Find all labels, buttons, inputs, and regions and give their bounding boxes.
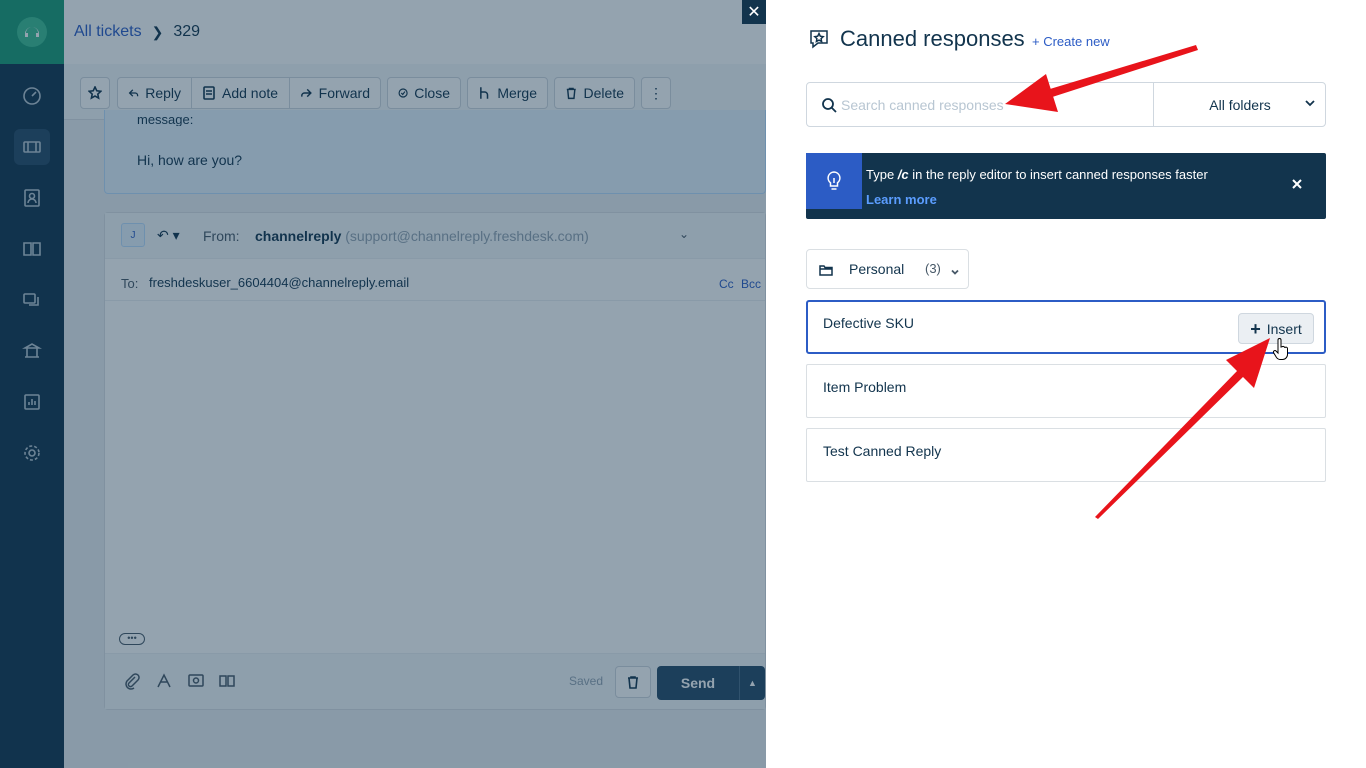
panel-title: Canned responses bbox=[840, 26, 1025, 51]
tip-text: Type /c in the reply editor to insert ca… bbox=[866, 167, 1208, 182]
search-input[interactable] bbox=[841, 93, 1141, 117]
response-title: Defective SKU bbox=[823, 315, 915, 331]
response-title: Test Canned Reply bbox=[823, 443, 942, 459]
canned-response-item[interactable]: Item Problem bbox=[806, 364, 1326, 418]
tip-suffix: in the reply editor to insert canned res… bbox=[908, 167, 1208, 182]
folder-filter-select[interactable]: All folders bbox=[1153, 83, 1326, 126]
search-icon bbox=[821, 97, 837, 113]
tip-prefix: Type bbox=[866, 167, 898, 182]
canned-response-star-icon bbox=[808, 28, 830, 50]
response-title: Item Problem bbox=[823, 379, 907, 395]
search-bar: All folders bbox=[806, 82, 1326, 127]
folder-count: (3) bbox=[925, 261, 941, 276]
folder-icon bbox=[819, 263, 833, 277]
canned-response-item[interactable]: Test Canned Reply bbox=[806, 428, 1326, 482]
close-panel-button[interactable]: ✕ bbox=[742, 0, 766, 24]
plus-icon: + bbox=[1250, 318, 1261, 339]
canned-response-item[interactable]: Defective SKU + Insert bbox=[806, 300, 1326, 354]
insert-label: Insert bbox=[1266, 320, 1302, 337]
tip-banner: Type /c in the reply editor to insert ca… bbox=[806, 153, 1326, 219]
folder-name: Personal bbox=[849, 261, 905, 277]
tip-shortcut: /c bbox=[897, 167, 909, 182]
close-tip-icon[interactable] bbox=[1290, 177, 1304, 191]
folder-dropdown[interactable]: Personal (3) bbox=[806, 249, 969, 289]
learn-more-link[interactable]: Learn more bbox=[866, 192, 937, 207]
chevron-down-icon bbox=[950, 264, 960, 275]
lightbulb-icon bbox=[806, 153, 862, 209]
create-new-link[interactable]: + Create new bbox=[1032, 34, 1110, 49]
hand-cursor-icon bbox=[1272, 338, 1288, 360]
chevron-down-icon bbox=[1304, 96, 1316, 108]
canned-responses-panel: Canned responses + Create new All folder… bbox=[766, 0, 1366, 768]
folder-filter-label: All folders bbox=[1209, 96, 1271, 113]
modal-overlay[interactable] bbox=[0, 0, 766, 768]
